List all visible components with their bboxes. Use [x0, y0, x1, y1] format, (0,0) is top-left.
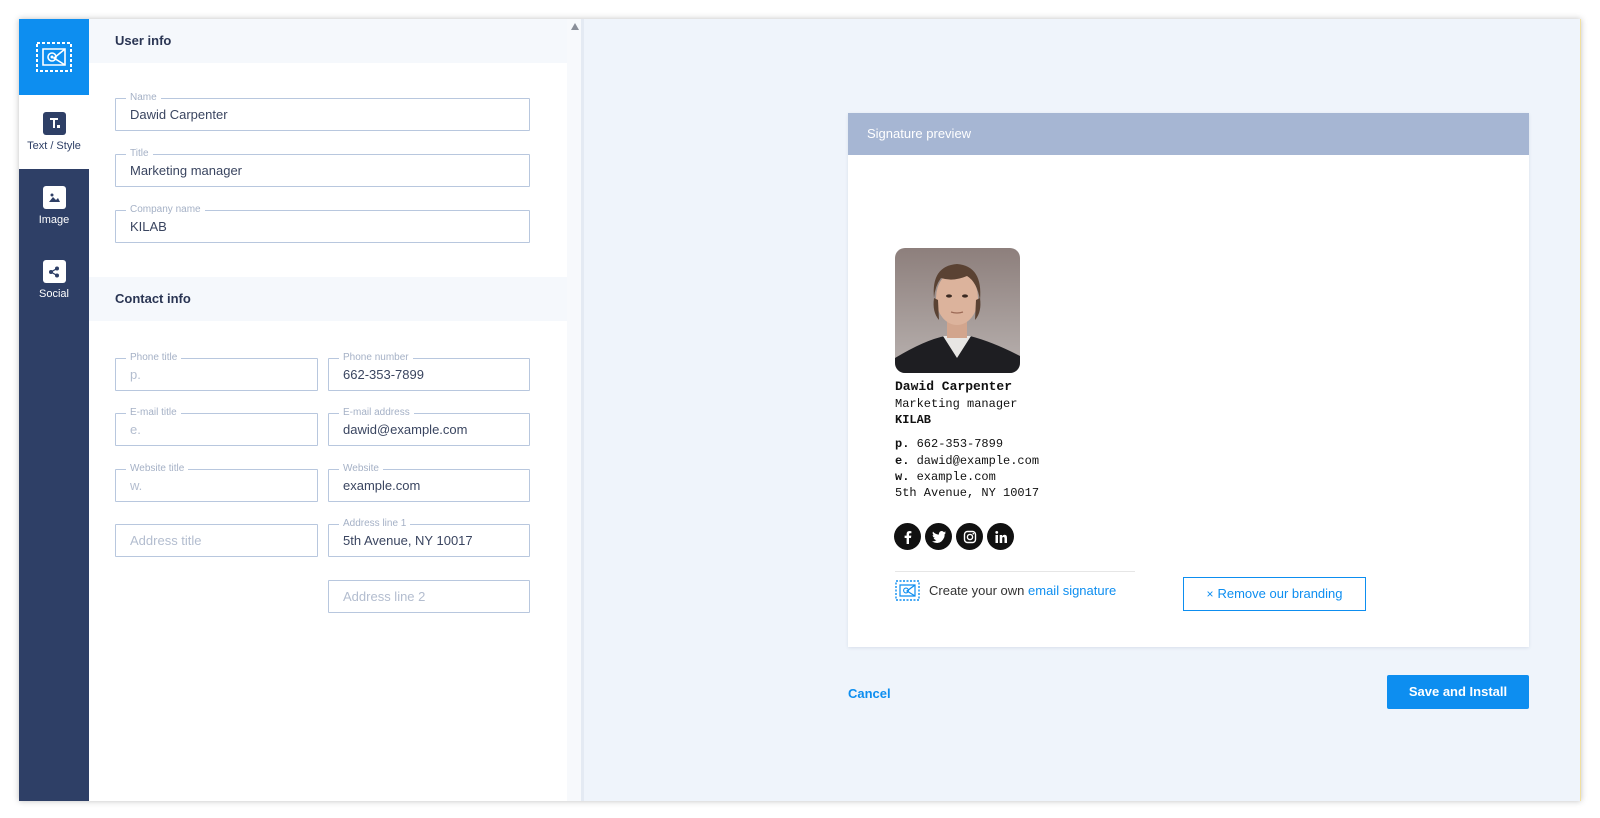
field-placeholder: p. [130, 367, 141, 382]
field-placeholder: Address line 2 [343, 589, 426, 604]
field-value: Dawid Carpenter [130, 107, 228, 122]
field-placeholder: e. [130, 422, 141, 437]
address-line2-field[interactable]: Address line 2 [328, 580, 530, 613]
sidebar: Text / Style Image Social [19, 19, 89, 801]
field-value: 5th Avenue, NY 10017 [343, 533, 473, 548]
field-placeholder: Address title [130, 533, 202, 548]
scroll-up-arrow-icon[interactable] [571, 23, 579, 30]
field-placeholder: w. [130, 478, 143, 493]
logo-icon [36, 42, 72, 72]
phone-number-field[interactable]: Phone number 662-353-7899 [328, 351, 530, 391]
linkedin-icon[interactable] [987, 523, 1014, 550]
app-logo[interactable] [19, 19, 89, 95]
signature-name-text: Dawid Carpenter [895, 379, 1013, 394]
text-style-icon [42, 112, 66, 135]
facebook-icon[interactable] [894, 523, 921, 550]
website-title-field[interactable]: Website title w. [115, 462, 318, 502]
email-prefix: e. [895, 454, 910, 468]
sidebar-item-social[interactable]: Social [19, 243, 89, 317]
form-panel: User info Name Dawid Carpenter Title Mar… [89, 19, 584, 801]
twitter-icon[interactable] [925, 523, 952, 550]
web-prefix: w. [895, 470, 910, 484]
preview-area: Signature preview Dawid Carpenter Market… [584, 19, 1581, 801]
signature-email: e. dawid@example.com [895, 454, 1039, 468]
save-and-install-button[interactable]: Save and Install [1387, 675, 1529, 709]
signature-company: KILAB [895, 413, 931, 427]
title-field[interactable]: Title Marketing manager [115, 147, 530, 187]
signature-company-text: KILAB [895, 413, 932, 427]
name-field[interactable]: Name Dawid Carpenter [115, 91, 530, 131]
website-field[interactable]: Website example.com [328, 462, 530, 502]
cancel-button[interactable]: Cancel [848, 686, 891, 701]
sidebar-item-label: Image [38, 214, 70, 226]
app-window: Text / Style Image Social User info Name… [19, 19, 1581, 801]
signature-phone: p. 662-353-7899 [895, 437, 1003, 451]
signature-name: Dawid Carpenter [895, 379, 1012, 394]
signature-preview-header: Signature preview [848, 113, 1529, 155]
branding-link[interactable]: email signature [1028, 583, 1116, 598]
field-value: example.com [343, 478, 421, 493]
form-scrollbar[interactable] [567, 19, 581, 801]
profile-photo [895, 248, 1020, 373]
field-value: KILAB [130, 219, 167, 234]
sidebar-item-label: Text / Style [27, 140, 81, 152]
section-heading-user-info: User info [89, 19, 569, 63]
branding-text: Create your own [929, 582, 1025, 598]
section-heading-contact-info: Contact info [89, 277, 569, 321]
phone-title-field[interactable]: Phone title p. [115, 351, 318, 391]
signature-website: w. example.com [895, 470, 996, 484]
email-address-field[interactable]: E-mail address dawid@example.com [328, 406, 530, 446]
field-value: 662-353-7899 [343, 367, 424, 382]
phone-value: 662-353-7899 [916, 437, 1004, 451]
remove-branding-button[interactable]: × Remove our branding [1183, 577, 1366, 611]
website-value: example.com [916, 470, 996, 484]
image-icon [42, 186, 66, 209]
sidebar-item-image[interactable]: Image [19, 169, 89, 243]
signature-preview-card: Signature preview Dawid Carpenter Market… [848, 113, 1529, 647]
field-value: Marketing manager [130, 163, 242, 178]
signature-address: 5th Avenue, NY 10017 [895, 486, 1040, 500]
signature-title: Marketing manager [895, 397, 1018, 411]
field-value: dawid@example.com [343, 422, 468, 437]
company-name-field[interactable]: Company name KILAB [115, 203, 530, 243]
address-title-field[interactable]: Address title [115, 524, 318, 557]
close-icon: × [1206, 587, 1214, 601]
sidebar-item-text-style[interactable]: Text / Style [19, 95, 89, 169]
branding-logo-icon [895, 579, 920, 601]
branding-line: Create your own email signature [895, 578, 1116, 602]
sidebar-item-label: Social [39, 288, 69, 300]
instagram-icon[interactable] [956, 523, 983, 550]
email-value: dawid@example.com [916, 454, 1040, 468]
phone-prefix: p. [895, 437, 910, 451]
remove-branding-label: Remove our branding [1217, 586, 1343, 601]
address-line1-field[interactable]: Address line 1 5th Avenue, NY 10017 [328, 517, 530, 557]
window-edge [1580, 19, 1581, 801]
share-icon [42, 260, 66, 283]
branding-divider [895, 571, 1135, 572]
email-title-field[interactable]: E-mail title e. [115, 406, 318, 446]
